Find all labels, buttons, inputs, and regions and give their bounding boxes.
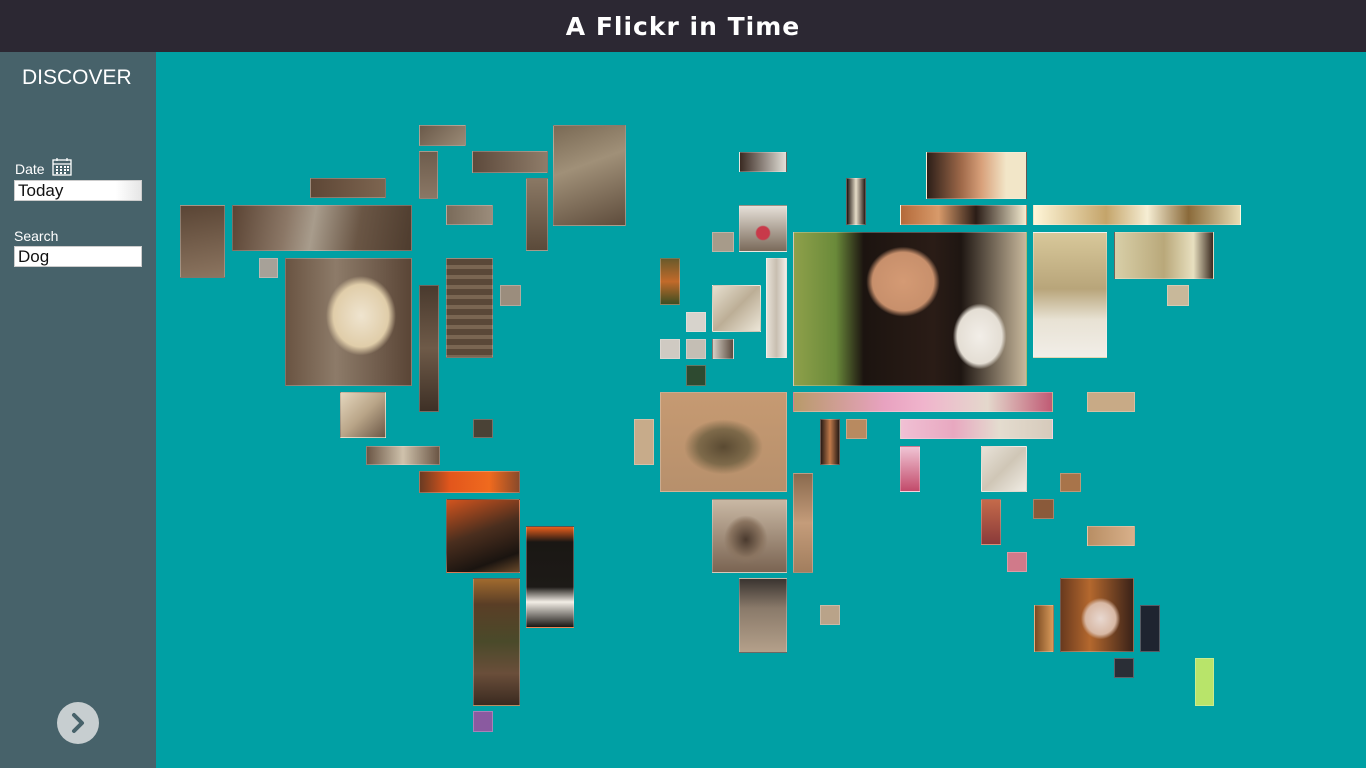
sidebar: DISCOVER Date Today Search Dog bbox=[0, 52, 156, 768]
photo-tile[interactable] bbox=[259, 258, 278, 278]
photo-tile[interactable] bbox=[926, 152, 1027, 199]
photo-tile[interactable] bbox=[1114, 232, 1214, 279]
photo-tile[interactable] bbox=[739, 205, 787, 252]
discover-heading: DISCOVER bbox=[22, 66, 132, 89]
photo-tile[interactable] bbox=[1060, 473, 1081, 492]
photo-tile[interactable] bbox=[473, 711, 493, 732]
photo-tile[interactable] bbox=[180, 205, 225, 278]
photo-tile[interactable] bbox=[1033, 499, 1054, 519]
photo-tile[interactable] bbox=[1034, 605, 1054, 652]
photo-tile[interactable] bbox=[793, 232, 1027, 386]
photo-tile[interactable] bbox=[686, 365, 706, 386]
photo-tile[interactable] bbox=[340, 392, 386, 438]
photo-tile[interactable] bbox=[1167, 285, 1189, 306]
photo-tile[interactable] bbox=[1140, 605, 1160, 652]
photo-tile[interactable] bbox=[500, 285, 521, 306]
photo-tile[interactable] bbox=[793, 392, 1053, 412]
photo-tile[interactable] bbox=[712, 232, 734, 252]
photo-tile[interactable] bbox=[712, 499, 787, 573]
photo-tile[interactable] bbox=[900, 419, 1053, 439]
photo-tile[interactable] bbox=[1087, 392, 1135, 412]
photo-tile[interactable] bbox=[1033, 232, 1107, 358]
photo-tile[interactable] bbox=[712, 339, 734, 359]
photo-tile[interactable] bbox=[739, 578, 787, 653]
photo-tile[interactable] bbox=[981, 446, 1027, 492]
photo-tile[interactable] bbox=[1033, 205, 1241, 225]
photo-tile[interactable] bbox=[820, 419, 840, 465]
photo-tile[interactable] bbox=[526, 526, 574, 628]
photo-tile[interactable] bbox=[446, 499, 520, 573]
photo-tile[interactable] bbox=[660, 339, 680, 359]
photo-tile[interactable] bbox=[660, 258, 680, 305]
photo-tile[interactable] bbox=[1114, 658, 1134, 678]
photo-tile[interactable] bbox=[446, 205, 493, 225]
photo-tile[interactable] bbox=[846, 419, 867, 439]
photo-tile[interactable] bbox=[419, 151, 438, 199]
photo-tile[interactable] bbox=[1195, 658, 1214, 706]
chevron-right-icon bbox=[72, 713, 84, 733]
next-button[interactable] bbox=[57, 702, 99, 744]
photo-tile[interactable] bbox=[553, 125, 626, 226]
photo-tile[interactable] bbox=[686, 339, 706, 359]
photo-tile[interactable] bbox=[686, 312, 706, 332]
date-label: Date bbox=[15, 161, 45, 177]
search-label: Search bbox=[14, 228, 59, 244]
photo-tile[interactable] bbox=[285, 258, 412, 386]
photo-tile[interactable] bbox=[310, 178, 386, 198]
photo-tile[interactable] bbox=[820, 605, 840, 625]
photo-tile[interactable] bbox=[900, 205, 1027, 225]
photo-tile[interactable] bbox=[473, 578, 520, 706]
photo-tile[interactable] bbox=[366, 446, 440, 465]
search-input[interactable]: Dog bbox=[14, 246, 142, 267]
photo-tile[interactable] bbox=[446, 258, 493, 358]
photo-tile[interactable] bbox=[1007, 552, 1027, 572]
photo-tile[interactable] bbox=[634, 419, 654, 465]
photo-tile[interactable] bbox=[712, 285, 761, 332]
photo-tile[interactable] bbox=[232, 205, 412, 251]
photo-tile[interactable] bbox=[660, 392, 787, 492]
photo-tile[interactable] bbox=[419, 285, 439, 412]
photo-tile[interactable] bbox=[981, 499, 1001, 545]
photo-tile[interactable] bbox=[419, 125, 466, 146]
photo-tile[interactable] bbox=[419, 471, 520, 493]
photo-tile[interactable] bbox=[900, 446, 920, 492]
photo-tile[interactable] bbox=[526, 178, 548, 251]
photo-mosaic-map bbox=[0, 0, 1366, 768]
photo-tile[interactable] bbox=[472, 151, 548, 173]
photo-tile[interactable] bbox=[1087, 526, 1135, 546]
photo-tile[interactable] bbox=[739, 152, 787, 172]
photo-tile[interactable] bbox=[846, 178, 866, 225]
photo-tile[interactable] bbox=[766, 258, 787, 358]
title-bar: A Flickr in Time bbox=[0, 0, 1366, 52]
photo-tile[interactable] bbox=[793, 473, 813, 573]
photo-tile[interactable] bbox=[473, 419, 493, 438]
calendar-icon[interactable] bbox=[52, 158, 72, 176]
date-field[interactable]: Today bbox=[14, 180, 142, 201]
photo-tile[interactable] bbox=[1060, 578, 1134, 652]
app-title: A Flickr in Time bbox=[565, 11, 801, 41]
